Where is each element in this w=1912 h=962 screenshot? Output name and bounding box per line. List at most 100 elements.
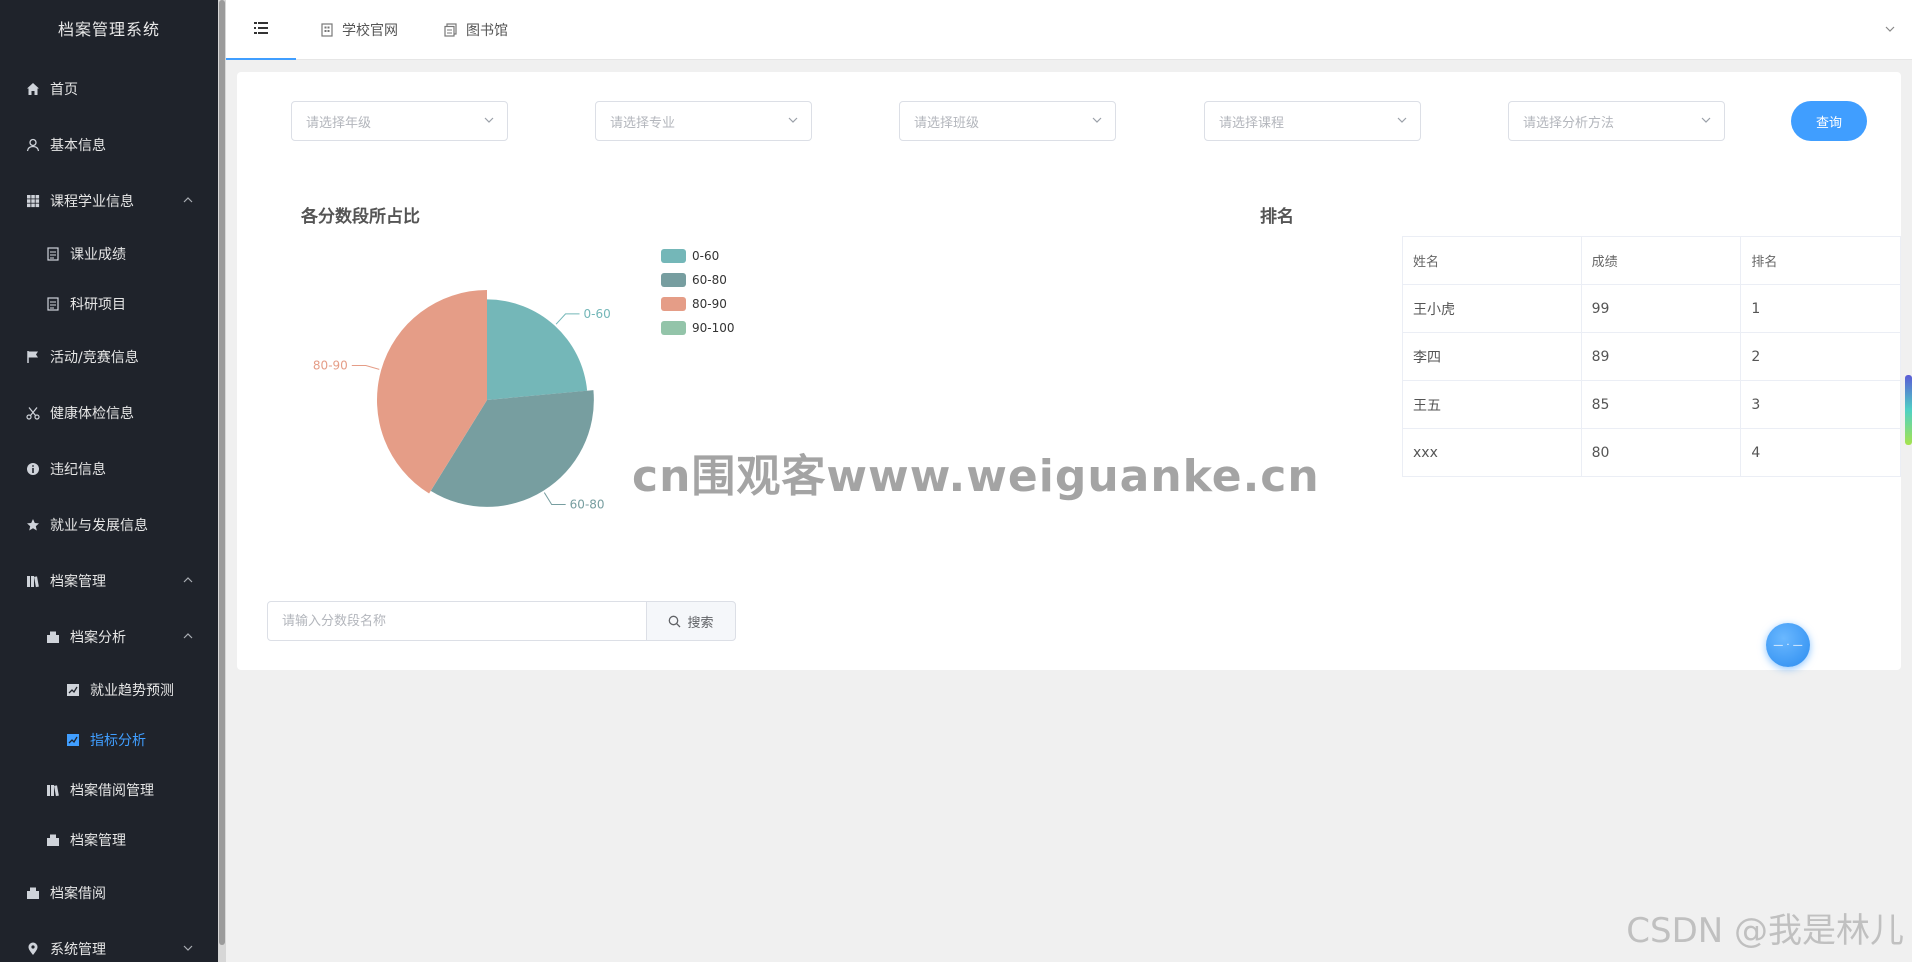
info-icon xyxy=(24,460,42,478)
sidebar-item-research[interactable]: 科研项目 xyxy=(0,282,218,326)
sidebar-item-archive-analysis[interactable]: 档案分析 xyxy=(0,615,218,659)
sidebar-item-basic-info[interactable]: 基本信息 xyxy=(0,123,218,167)
library-icon xyxy=(444,23,458,37)
search-icon xyxy=(668,615,681,628)
pie-slice-label: 60-80 xyxy=(570,497,605,511)
flag-icon xyxy=(24,348,42,366)
legend-item[interactable]: 0-60 xyxy=(661,244,735,268)
chart-icon xyxy=(64,731,82,749)
building-icon xyxy=(320,23,334,37)
home-icon xyxy=(24,80,42,98)
legend-label: 80-90 xyxy=(692,297,727,311)
topbar: 学校官网 图书馆 xyxy=(226,0,1912,60)
chevron-down-icon xyxy=(182,942,196,956)
csdn-watermark: CSDN @我是林儿 xyxy=(1626,911,1904,951)
pie-label-leader xyxy=(351,365,380,370)
search-button-label: 搜索 xyxy=(687,615,714,631)
sidebar: 档案管理系统 首页 基本信息 课程学业信息 课业成绩 科研项目 活动/竞赛信息 … xyxy=(0,0,218,962)
sidebar-item-archive-admin[interactable]: 档案管理 xyxy=(0,818,218,862)
sidebar-item-indicator-analysis[interactable]: 指标分析 xyxy=(0,718,218,762)
box-icon xyxy=(24,884,42,902)
chart-icon xyxy=(64,681,82,699)
scissors-icon xyxy=(24,404,42,422)
tab-label: 图书馆 xyxy=(466,23,508,39)
sidebar-item-label: 指标分析 xyxy=(90,733,146,749)
tab-label: 学校官网 xyxy=(342,23,398,39)
query-button[interactable]: 查询 xyxy=(1791,101,1867,141)
box-icon xyxy=(44,628,62,646)
user-icon xyxy=(24,136,42,154)
cell-name: xxx xyxy=(1402,428,1582,477)
cell-score: 85 xyxy=(1580,380,1742,429)
sidebar-item-discipline[interactable]: 违纪信息 xyxy=(0,447,218,491)
cell-name: 李四 xyxy=(1402,332,1582,381)
sidebar-item-label: 课业成绩 xyxy=(70,247,126,263)
table-row: 王五 85 3 xyxy=(1402,380,1901,429)
pie-slice-0-60[interactable] xyxy=(487,299,588,400)
dashes-icon: — · — xyxy=(1773,639,1803,651)
ranking-table: 姓名 成绩 排名 王小虎 99 1 李四 89 2 王五 85 3 xxx 80… xyxy=(1402,236,1901,477)
chevron-up-icon xyxy=(182,630,196,644)
column-header-rank[interactable]: 排名 xyxy=(1740,236,1901,285)
sidebar-item-home[interactable]: 首页 xyxy=(0,67,218,111)
sidebar-item-borrow-management[interactable]: 档案借阅管理 xyxy=(0,768,218,812)
pie-slice-label: 0-60 xyxy=(584,307,611,321)
sidebar-item-archive-management[interactable]: 档案管理 xyxy=(0,559,218,603)
location-icon xyxy=(24,940,42,958)
legend-item[interactable]: 80-90 xyxy=(661,292,735,316)
column-header-name[interactable]: 姓名 xyxy=(1402,236,1582,285)
sidebar-item-label: 健康体检信息 xyxy=(50,406,134,422)
sidebar-item-employment-trend[interactable]: 就业趋势预测 xyxy=(0,668,218,712)
sidebar-item-activities[interactable]: 活动/竞赛信息 xyxy=(0,335,218,379)
cell-score: 80 xyxy=(1580,428,1742,477)
analysis-method-placeholder: 请选择分析方法 xyxy=(1523,115,1615,131)
legend-swatch xyxy=(661,249,686,263)
analysis-method-select[interactable]: 请选择分析方法 xyxy=(1508,101,1725,141)
tab-library[interactable]: 图书馆 xyxy=(444,0,508,60)
table-row: 王小虎 99 1 xyxy=(1402,284,1901,333)
legend-item[interactable]: 90-100 xyxy=(661,316,735,340)
sidebar-item-label: 档案管理 xyxy=(70,833,126,849)
cell-name: 王五 xyxy=(1402,380,1582,429)
sidebar-scrollbar-thumb[interactable] xyxy=(219,0,225,945)
edge-widget[interactable] xyxy=(1905,375,1912,445)
sidebar-item-label: 就业趋势预测 xyxy=(90,683,174,699)
sidebar-item-health[interactable]: 健康体检信息 xyxy=(0,391,218,435)
ranking-title: 排名 xyxy=(1260,207,1294,227)
sidebar-item-label: 档案借阅管理 xyxy=(70,783,154,799)
sidebar-item-employment[interactable]: 就业与发展信息 xyxy=(0,503,218,547)
table-row: 李四 89 2 xyxy=(1402,332,1901,381)
floating-action-button[interactable]: — · — xyxy=(1766,623,1810,667)
sidebar-item-label: 活动/竞赛信息 xyxy=(50,350,139,366)
legend-label: 0-60 xyxy=(692,249,720,263)
chevron-down-icon xyxy=(1396,114,1408,130)
pie-slice-label: 80-90 xyxy=(313,359,348,373)
sidebar-item-label: 档案管理 xyxy=(50,574,106,590)
star-icon xyxy=(24,516,42,534)
books-icon xyxy=(24,572,42,590)
document-icon xyxy=(44,295,62,313)
chevron-down-icon[interactable] xyxy=(1884,20,1896,39)
search-button[interactable]: 搜索 xyxy=(646,601,736,641)
tab-school-website[interactable]: 学校官网 xyxy=(320,0,398,60)
site-watermark: cn围观客www.weiguanke.cn xyxy=(632,451,1320,502)
app-brand: 档案管理系统 xyxy=(57,20,160,39)
sidebar-item-grades[interactable]: 课业成绩 xyxy=(0,232,218,276)
segment-search-input[interactable] xyxy=(267,601,647,641)
document-icon xyxy=(44,245,62,263)
sidebar-item-system[interactable]: 系统管理 xyxy=(0,927,218,962)
sidebar-item-course-info[interactable]: 课程学业信息 xyxy=(0,179,218,223)
legend-label: 60-80 xyxy=(692,273,727,287)
table-row: xxx 80 4 xyxy=(1402,428,1901,477)
column-header-score[interactable]: 成绩 xyxy=(1580,236,1742,285)
legend-item[interactable]: 60-80 xyxy=(661,268,735,292)
cell-name: 王小虎 xyxy=(1402,284,1582,333)
menu-toggle-button[interactable] xyxy=(226,0,296,60)
box-icon xyxy=(44,831,62,849)
main-card: 请选择年级 请选择专业 请选择班级 请选择课程 请选择分析方法 查询 各分数段所… xyxy=(237,72,1901,670)
sidebar-item-label: 科研项目 xyxy=(70,297,126,313)
cell-score: 99 xyxy=(1580,284,1742,333)
cell-rank: 2 xyxy=(1740,332,1901,381)
cell-rank: 4 xyxy=(1740,428,1901,477)
sidebar-item-archive-borrow[interactable]: 档案借阅 xyxy=(0,871,218,915)
